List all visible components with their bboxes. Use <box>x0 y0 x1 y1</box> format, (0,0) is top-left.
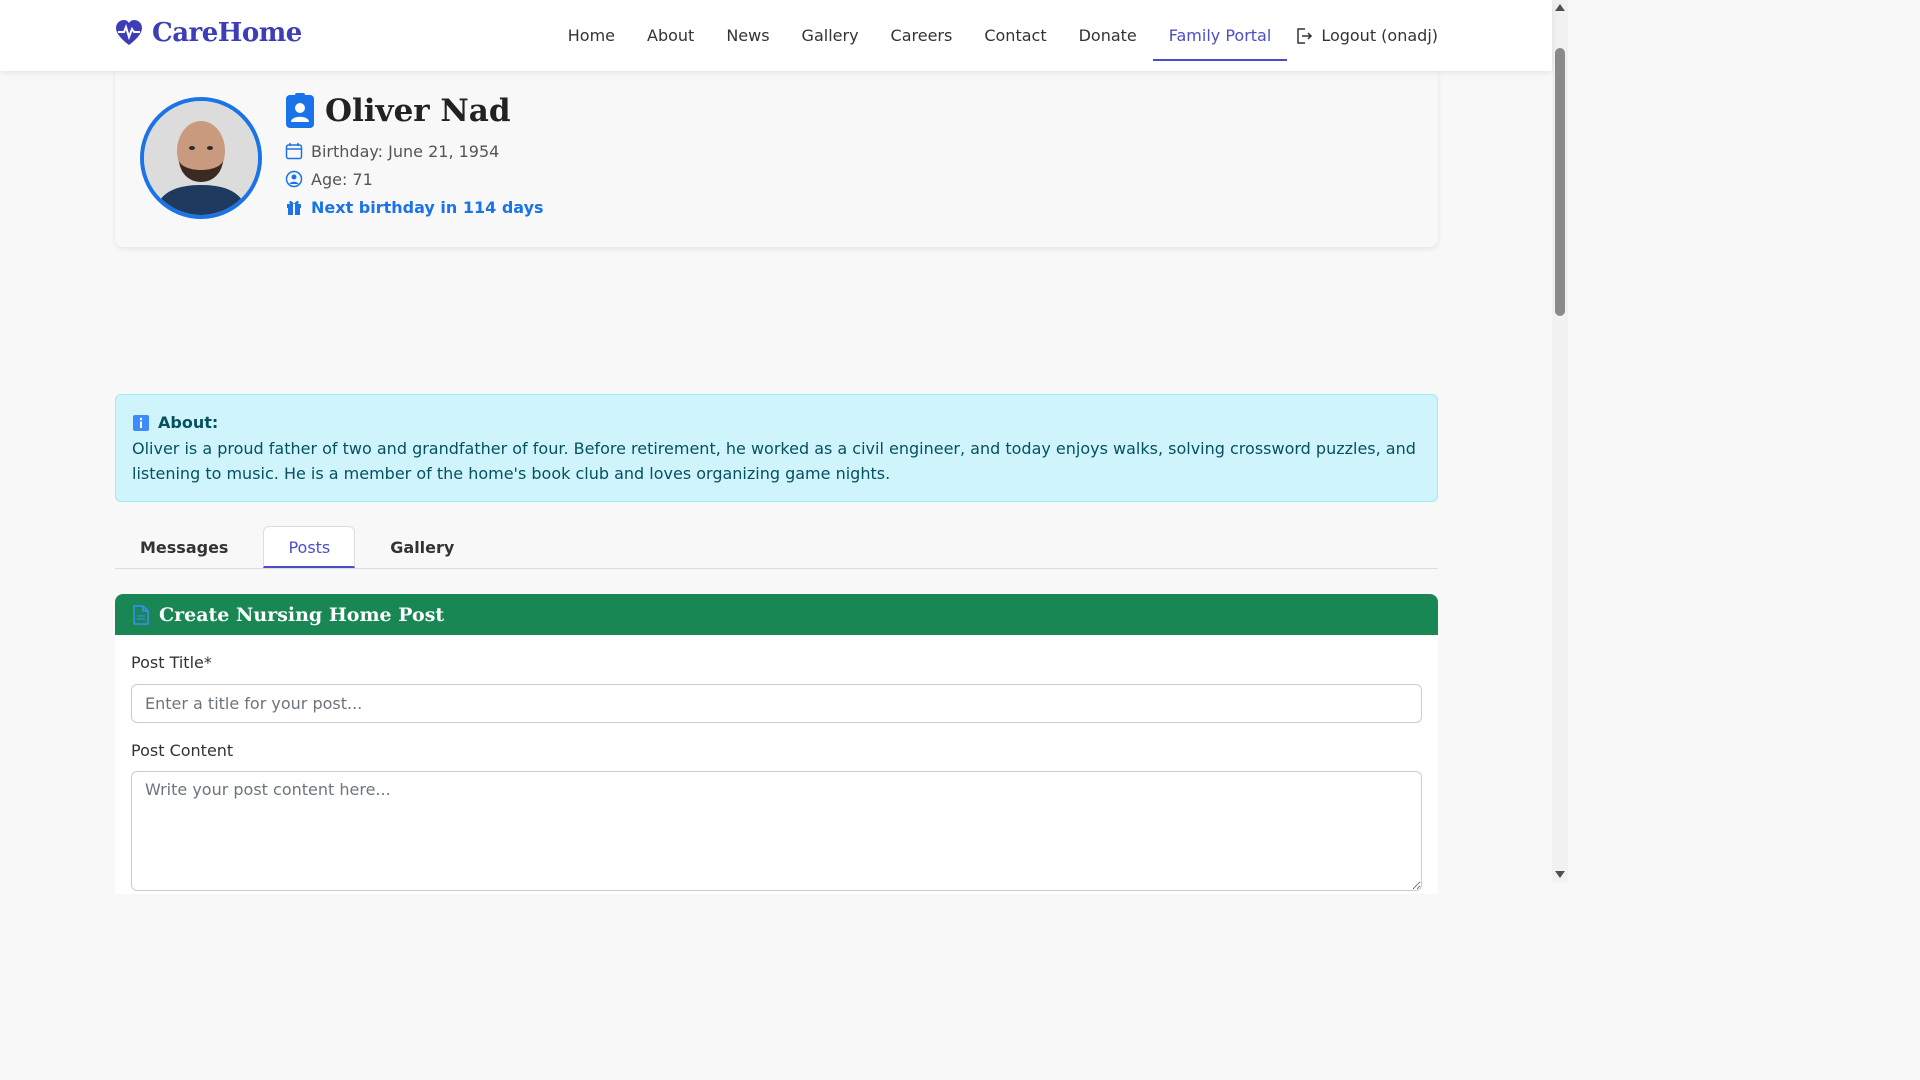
age-row: Age: 71 <box>285 165 544 193</box>
logout-label: Logout (onadj) <box>1321 26 1438 45</box>
gift-icon <box>287 200 301 215</box>
tab-messages[interactable]: Messages <box>115 526 253 568</box>
about-alert: About: Oliver is a proud father of two a… <box>115 394 1438 502</box>
create-post-title: Create Nursing Home Post <box>159 603 445 626</box>
calendar-icon <box>285 143 303 160</box>
nav-link-donate[interactable]: Donate <box>1063 16 1153 56</box>
nav-link-family-portal[interactable]: Family Portal <box>1152 16 1288 61</box>
tab-posts[interactable]: Posts <box>263 526 356 568</box>
nav-link-home[interactable]: Home <box>552 16 631 56</box>
post-title-input[interactable] <box>131 684 1422 723</box>
next-birthday-row: Next birthday in 114 days <box>285 193 544 221</box>
post-content-label: Post Content <box>131 741 234 760</box>
resident-photo <box>144 101 258 215</box>
post-content-textarea[interactable] <box>131 771 1422 891</box>
nav-link-careers[interactable]: Careers <box>875 16 969 56</box>
document-icon <box>133 604 149 625</box>
resident-name: Oliver Nad <box>325 93 511 129</box>
person-circle-icon <box>285 170 303 188</box>
nav-links: Home About News Gallery Careers Contact … <box>552 0 1438 71</box>
create-post-header: Create Nursing Home Post <box>115 594 1438 635</box>
profile-info: Oliver Nad Birthday: June 21, 1954 Age: … <box>285 93 544 221</box>
about-title: About: <box>158 413 219 432</box>
post-title-label: Post Title* <box>131 653 212 672</box>
scroll-thumb[interactable] <box>1555 48 1565 316</box>
brand-logo[interactable]: CareHome <box>114 18 302 48</box>
nav-link-gallery[interactable]: Gallery <box>786 16 875 56</box>
about-text: Oliver is a proud father of two and gran… <box>132 439 1416 483</box>
logout-link[interactable]: Logout (onadj) <box>1287 26 1438 45</box>
id-badge-icon <box>286 93 314 128</box>
tab-gallery[interactable]: Gallery <box>365 526 479 568</box>
brand-name: CareHome <box>152 18 302 48</box>
about-title-row: About: <box>132 413 1421 432</box>
next-birthday-text: Next birthday in 114 days <box>311 197 544 217</box>
nav-link-contact[interactable]: Contact <box>968 16 1062 56</box>
top-navbar: CareHome Home About News Gallery Careers… <box>0 0 1552 71</box>
profile-tabs: Messages Posts Gallery <box>115 526 1438 569</box>
resident-avatar <box>140 97 262 219</box>
nav-link-news[interactable]: News <box>710 16 785 56</box>
birthday-text: Birthday: June 21, 1954 <box>311 141 500 161</box>
page-scrollbar[interactable] <box>1552 0 1568 882</box>
nav-link-about[interactable]: About <box>631 16 710 56</box>
resident-profile-card: Oliver Nad Birthday: June 21, 1954 Age: … <box>115 71 1438 247</box>
heart-pulse-icon <box>116 20 142 45</box>
age-text: Age: 71 <box>311 169 373 189</box>
name-row: Oliver Nad <box>285 93 544 129</box>
scroll-up-arrow-icon[interactable] <box>1555 4 1565 11</box>
create-post-card: Create Nursing Home Post Post Title* Pos… <box>115 594 1438 894</box>
birthday-row: Birthday: June 21, 1954 <box>285 137 544 165</box>
info-icon <box>133 414 149 431</box>
logout-icon <box>1297 27 1313 44</box>
scroll-down-arrow-icon[interactable] <box>1555 871 1565 878</box>
